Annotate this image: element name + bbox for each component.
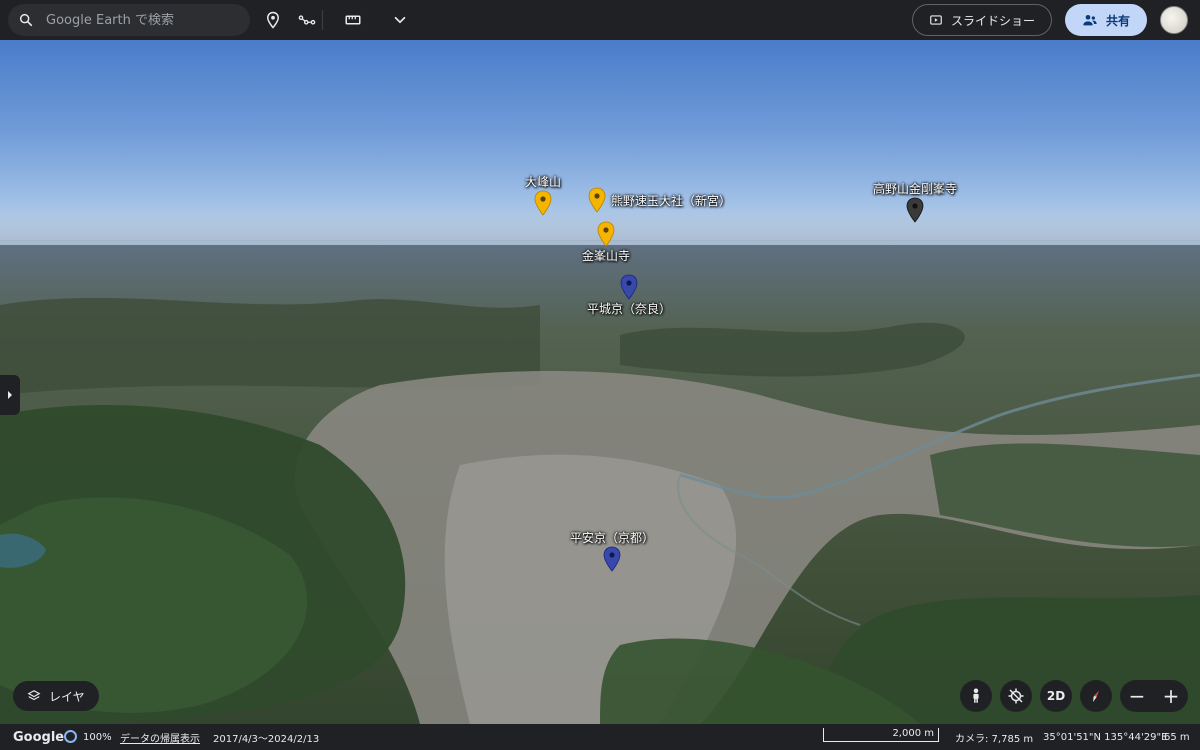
- side-panel-toggle[interactable]: [0, 375, 20, 415]
- place-kinpusen-ji[interactable]: 金峯山寺: [582, 221, 630, 264]
- chevron-down-icon: [394, 16, 406, 24]
- map-pin-icon: [906, 197, 924, 223]
- data-attribution-link[interactable]: データの帰属表示: [120, 730, 200, 745]
- zoom-control: − +: [1120, 680, 1188, 712]
- search-icon: [19, 13, 33, 27]
- path-icon: [298, 15, 316, 25]
- measure-button[interactable]: [341, 8, 365, 32]
- ground-elevation: 65 m: [1164, 731, 1190, 743]
- zoom-out-button[interactable]: −: [1129, 686, 1146, 706]
- add-placemark-button[interactable]: [261, 8, 285, 32]
- toolbar-divider: [322, 10, 323, 30]
- place-label: 平城京（奈良）: [586, 302, 672, 316]
- cursor-coordinates: 35°01'51"N 135°44'29"E: [1043, 731, 1168, 743]
- place-heijo-kyo[interactable]: 平城京（奈良）: [587, 274, 671, 317]
- place-label: 大峰山: [524, 175, 562, 189]
- map-pin-icon: [534, 190, 552, 216]
- place-kumano-hayatama[interactable]: 熊野速玉大社（新宮）: [587, 187, 731, 213]
- scale-bar: 2,000 m: [823, 728, 939, 742]
- avatar[interactable]: [1160, 6, 1188, 34]
- load-percentage: 100%: [83, 731, 112, 743]
- pegman-icon: [973, 688, 979, 703]
- camera-altitude: カメラ: 7,785 m: [955, 733, 1034, 745]
- draw-path-button[interactable]: [295, 8, 319, 32]
- top-bar: スライドショー 共有: [0, 0, 1200, 40]
- ruler-icon: [345, 15, 361, 25]
- place-pin-icon: [266, 11, 280, 29]
- layers-icon: [27, 690, 41, 701]
- place-heian-kyo[interactable]: 平安京（京都）: [570, 529, 654, 572]
- search-input[interactable]: [46, 12, 236, 28]
- toggle-2d-button[interactable]: 2D: [1040, 680, 1072, 712]
- place-koyasan-kongobu-ji[interactable]: 高野山金剛峯寺: [873, 180, 957, 223]
- map-pin-icon: [588, 187, 606, 213]
- layers-label: レイヤ: [49, 689, 85, 704]
- zoom-in-button[interactable]: +: [1163, 686, 1180, 706]
- place-label: 高野山金剛峯寺: [872, 182, 958, 196]
- toggle-2d-label: 2D: [1046, 689, 1066, 703]
- chevron-right-icon: [8, 391, 12, 399]
- people-icon: [1083, 15, 1097, 26]
- slideshow-icon: [930, 15, 942, 25]
- map-pin-icon: [597, 221, 615, 247]
- share-label: 共有: [1105, 13, 1130, 28]
- compass-icon: [1093, 690, 1099, 702]
- more-tools-button[interactable]: [388, 8, 412, 32]
- share-button[interactable]: 共有: [1065, 4, 1147, 36]
- layers-button[interactable]: レイヤ: [13, 681, 99, 711]
- compass-button[interactable]: [1080, 680, 1112, 712]
- slideshow-button[interactable]: スライドショー: [912, 4, 1052, 36]
- scale-label: 2,000 m: [892, 728, 934, 739]
- search-box[interactable]: [8, 4, 250, 36]
- place-label: 平安京（京都）: [569, 531, 655, 545]
- loading-ring-icon: [64, 730, 77, 743]
- place-omine-san[interactable]: 大峰山: [525, 173, 561, 216]
- map-pin-icon: [603, 546, 621, 572]
- status-bar: Google 100% データの帰属表示 2017/4/3〜2024/2/13 …: [0, 724, 1200, 750]
- imagery-dates: 2017/4/3〜2024/2/13: [213, 733, 320, 745]
- map-pin-icon: [620, 274, 638, 300]
- earth-viewport[interactable]: 大峰山 熊野速玉大社（新宮） 金峯山寺 平城京（奈良） 高野山金剛峯寺 平安京（…: [0, 40, 1200, 724]
- street-view-button[interactable]: [960, 680, 992, 712]
- slideshow-label: スライドショー: [951, 13, 1036, 28]
- google-logo: Google: [13, 729, 65, 745]
- location-off-icon: [1008, 688, 1024, 704]
- place-label: 熊野速玉大社（新宮）: [611, 194, 732, 208]
- place-label: 金峯山寺: [581, 249, 631, 263]
- my-location-button[interactable]: [1000, 680, 1032, 712]
